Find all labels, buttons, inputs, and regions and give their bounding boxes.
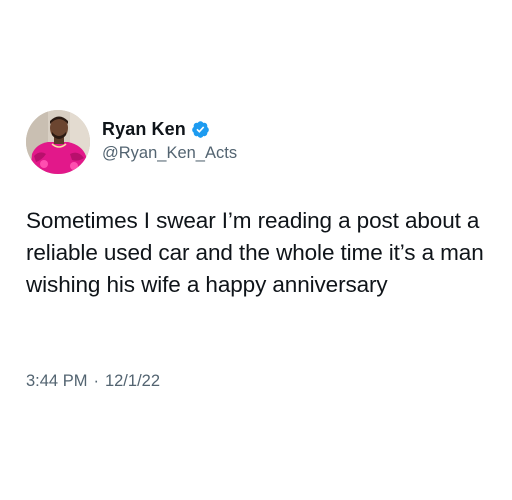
display-name[interactable]: Ryan Ken: [102, 119, 186, 140]
display-name-row: Ryan Ken: [102, 118, 237, 142]
avatar[interactable]: [26, 110, 90, 174]
tweet-card: Ryan Ken @Ryan_Ken_Acts Sometimes I swea…: [0, 0, 512, 500]
author-info: Ryan Ken @Ryan_Ken_Acts: [102, 118, 237, 163]
tweet-text: Sometimes I swear I’m reading a post abo…: [26, 208, 484, 297]
tweet-header: Ryan Ken @Ryan_Ken_Acts: [26, 110, 237, 174]
avatar-image: [26, 110, 90, 174]
tweet-time[interactable]: 3:44 PM: [26, 372, 87, 391]
tweet-date[interactable]: 12/1/22: [105, 372, 160, 391]
tweet-timestamp: 3:44 PM · 12/1/22: [26, 372, 160, 391]
verified-badge-icon: [191, 120, 210, 139]
author-handle[interactable]: @Ryan_Ken_Acts: [102, 144, 237, 163]
timestamp-separator: ·: [93, 372, 99, 390]
